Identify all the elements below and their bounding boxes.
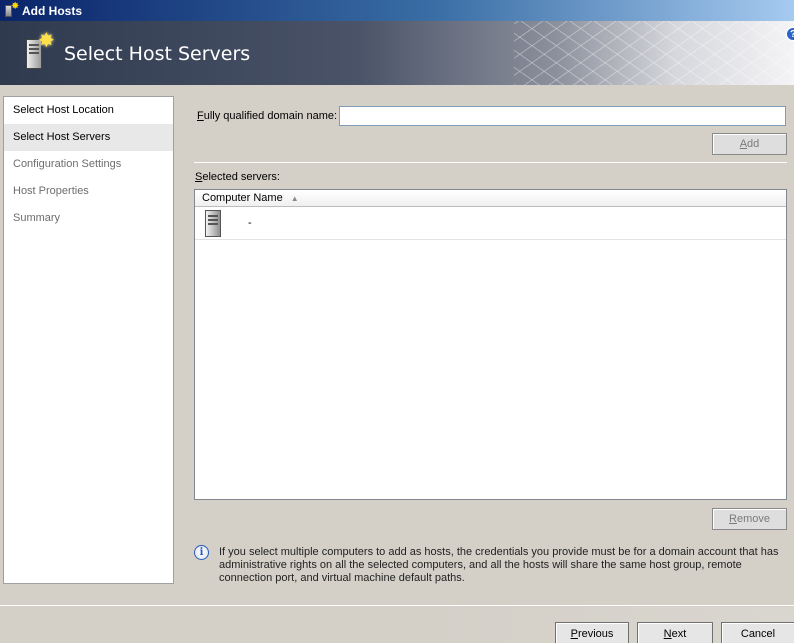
fqdn-label: Fully qualified domain name: (197, 110, 338, 122)
header-banner: ✸ Select Host Servers ? (0, 21, 794, 85)
footer-divider (0, 605, 794, 606)
step-select-host-location[interactable]: Select Host Location (4, 97, 173, 124)
page-title: Select Host Servers (64, 43, 251, 65)
host-server-star-icon: ✸ (24, 31, 56, 71)
selected-servers-label: Selected servers: (195, 171, 280, 183)
previous-button[interactable]: Previous (555, 622, 629, 643)
info-message: If you select multiple computers to add … (219, 546, 779, 584)
table-row[interactable]: - (195, 207, 786, 240)
sort-ascending-icon: ▲ (290, 193, 299, 203)
remove-button[interactable]: Remove (712, 508, 787, 530)
selected-servers-list[interactable]: Computer Name ▲ - (194, 189, 787, 500)
banner-decoration (514, 21, 794, 85)
help-icon[interactable]: ? (786, 27, 794, 41)
column-header-computer-name[interactable]: Computer Name ▲ (195, 190, 786, 207)
host-server-star-icon: ✸ (4, 2, 19, 18)
window-title: Add Hosts (22, 3, 82, 18)
computer-name-cell: - (248, 217, 252, 229)
step-host-properties: Host Properties (13, 185, 89, 197)
step-select-host-servers[interactable]: Select Host Servers (4, 124, 173, 151)
divider (194, 162, 787, 163)
add-button[interactable]: Add (712, 133, 787, 155)
cancel-button[interactable]: Cancel (721, 622, 794, 643)
info-icon: i (194, 545, 209, 560)
step-configuration-settings: Configuration Settings (13, 158, 122, 170)
wizard-step-list: Select Host Location Select Host Servers… (3, 96, 174, 584)
title-bar: ✸ Add Hosts (0, 0, 794, 21)
fqdn-input[interactable] (339, 106, 786, 126)
server-icon (204, 210, 224, 238)
step-summary: Summary (13, 212, 61, 224)
next-button[interactable]: Next (637, 622, 713, 643)
